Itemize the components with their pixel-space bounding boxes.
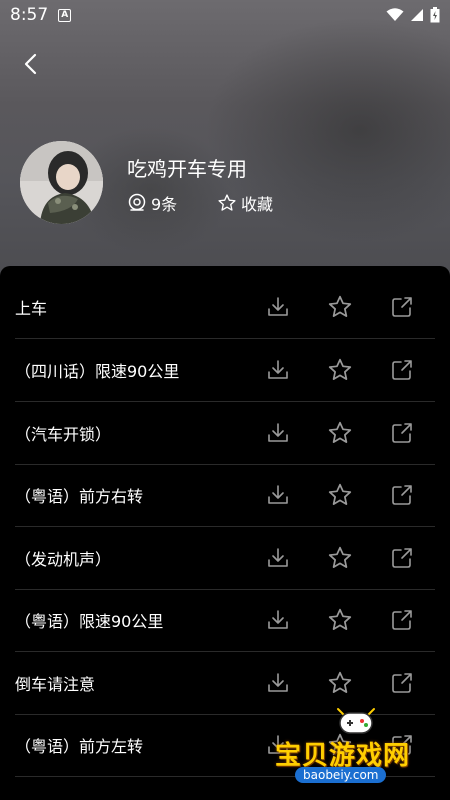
notification-a-icon: A [58,8,72,22]
status-bar: 8:57 A [0,0,450,30]
signal-icon [411,9,423,21]
track-row[interactable]: （汽车开锁） [15,402,435,465]
share-icon[interactable] [389,545,415,571]
share-icon[interactable] [389,420,415,446]
favorite-label: 收藏 [241,195,274,214]
avatar-image [20,141,103,224]
status-icons [386,7,440,23]
track-name: （粤语）前方右转 [15,487,144,506]
back-arrow-icon[interactable] [18,50,46,78]
download-icon[interactable] [265,545,291,571]
share-icon[interactable] [389,482,415,508]
track-name: （汽车开锁） [15,425,112,444]
wifi-icon [386,8,404,21]
track-count-text: 9条 [151,195,178,214]
star-icon[interactable] [327,545,353,571]
track-row[interactable]: （发动机声） [15,527,435,590]
download-icon[interactable] [265,670,291,696]
audio-count-icon [128,193,146,211]
share-icon[interactable] [389,357,415,383]
star-outline-icon [218,194,236,211]
star-icon[interactable] [327,670,353,696]
track-row[interactable]: 上车 [15,276,435,339]
download-icon[interactable] [265,482,291,508]
star-icon[interactable] [327,294,353,320]
star-icon[interactable] [327,357,353,383]
star-icon[interactable] [327,607,353,633]
track-name: （粤语）限速90公里 [15,612,164,631]
album-avatar [20,141,103,224]
download-icon[interactable] [265,607,291,633]
track-name: 上车 [15,299,48,318]
track-row[interactable]: （四川话）限速90公里 [15,339,435,402]
track-row[interactable]: （粤语）前方右转 [15,464,435,527]
site-watermark: 宝贝游戏网 baobeiy.com [275,705,445,785]
download-icon[interactable] [265,420,291,446]
track-row[interactable]: （粤语）限速90公里 [15,589,435,652]
watermark-url: baobeiy.com [295,767,387,783]
track-name: （发动机声） [15,550,112,569]
status-time: 8:57 [10,5,49,25]
share-icon[interactable] [389,607,415,633]
track-name: （四川话）限速90公里 [15,362,180,381]
album-header-background: 8:57 A 吃鸡开车专用 9条 收藏 [0,0,450,300]
download-icon[interactable] [265,357,291,383]
gamepad-icon [337,708,375,734]
star-icon[interactable] [327,482,353,508]
track-name: （粤语）前方左转 [15,737,144,756]
star-icon[interactable] [327,420,353,446]
favorite-album-button[interactable]: 收藏 [217,191,273,215]
battery-icon [430,7,440,23]
album-title: 吃鸡开车专用 [127,157,247,181]
share-icon[interactable] [389,294,415,320]
share-icon[interactable] [389,670,415,696]
track-count: 9条 [127,191,177,215]
track-name: 倒车请注意 [15,675,96,694]
download-icon[interactable] [265,294,291,320]
